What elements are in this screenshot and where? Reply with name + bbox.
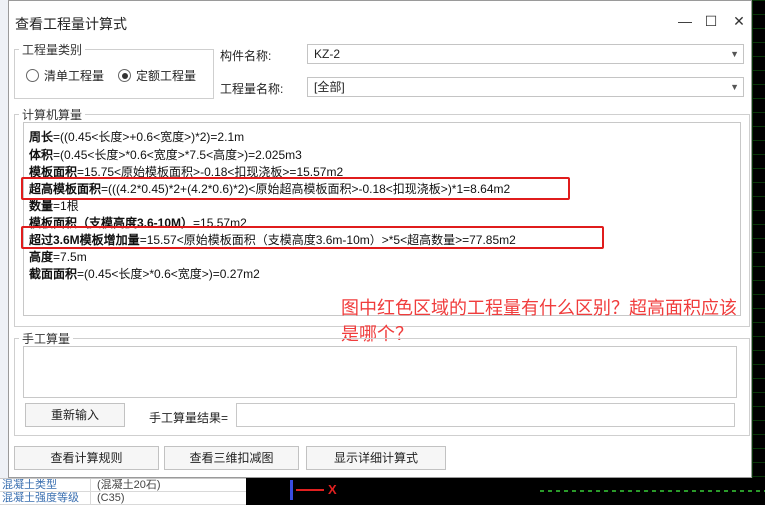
radio-label: 清单工程量	[44, 69, 105, 83]
chevron-down-icon: ▼	[730, 82, 739, 92]
component-select[interactable]: KZ-2 ▼	[307, 44, 744, 64]
table-row[interactable]: 混凝土强度等级 (C35)	[0, 492, 246, 505]
component-value: KZ-2	[314, 47, 341, 61]
radio-label: 定额工程量	[136, 69, 197, 83]
maximize-button[interactable]: ☐	[701, 11, 721, 31]
manual-calc-legend: 手工算量	[19, 330, 74, 347]
computer-calc-legend: 计算机算量	[19, 106, 86, 123]
property-name: 混凝土类型	[2, 479, 57, 491]
calc-line-perimeter: 周长=((0.45<长度>+0.6<宽度>)*2)=2.1m	[29, 130, 245, 144]
minimize-button[interactable]: —	[675, 11, 695, 31]
quantity-name-label: 工程量名称:	[220, 82, 284, 96]
property-table: 混凝土类型 (混凝土20石) 混凝土强度等级 (C35)	[0, 478, 246, 505]
calc-line-volume: 体积=(0.45<长度>*0.6<宽度>*7.5<高度>)=2.025m3	[29, 148, 302, 162]
table-row[interactable]: 混凝土类型 (混凝土20石)	[0, 479, 246, 492]
background-panel	[0, 0, 8, 503]
view-calc-rules-button[interactable]: 查看计算规则	[14, 446, 159, 470]
radio-circle-selected[interactable]	[118, 69, 131, 82]
property-value: (C35)	[90, 492, 246, 504]
calc-line-height: 高度=7.5m	[29, 250, 87, 264]
calc-formula-text[interactable]: 周长=((0.45<长度>+0.6<宽度>)*2)=2.1m 体积=(0.45<…	[23, 122, 741, 316]
title-bar[interactable]: 查看工程量计算式 — ☐ ✕	[9, 1, 751, 43]
show-detail-formula-button[interactable]: 显示详细计算式	[306, 446, 446, 470]
component-label: 构件名称:	[220, 49, 272, 63]
property-value: (混凝土20石)	[90, 479, 246, 491]
view-3d-deduction-button[interactable]: 查看三维扣减图	[164, 446, 299, 470]
manual-result-field[interactable]	[236, 403, 735, 427]
quantity-name-value: [全部]	[314, 80, 345, 94]
cad-viewport	[752, 0, 765, 503]
cad-y-axis	[290, 480, 293, 500]
calc-line-count: 数量=1根	[29, 199, 79, 213]
calc-line-section-area: 截面面积=(0.45<长度>*0.6<宽度>)=0.27m2	[29, 267, 260, 281]
manual-calc-input[interactable]	[23, 346, 737, 398]
cad-x-axis-label: X	[328, 482, 337, 497]
reenter-button[interactable]: 重新输入	[25, 403, 125, 427]
cad-axis-line	[540, 490, 765, 492]
cad-x-axis	[296, 489, 324, 491]
property-name: 混凝土强度等级	[2, 492, 79, 504]
dialog-title: 查看工程量计算式	[15, 16, 127, 32]
chevron-down-icon: ▼	[730, 49, 739, 59]
close-button[interactable]: ✕	[729, 11, 749, 31]
radio-list-quantity[interactable]: 清单工程量	[26, 67, 104, 84]
quantity-name-select[interactable]: [全部] ▼	[307, 77, 744, 97]
calc-formula-dialog: 查看工程量计算式 — ☐ ✕ 工程量类别 清单工程量 定额工程量 构件名称: K…	[8, 0, 752, 478]
highlight-box-over-3-6	[21, 226, 604, 249]
highlight-box-super-height	[21, 177, 570, 200]
quantity-type-legend: 工程量类别	[19, 41, 86, 58]
manual-result-label: 手工算量结果=	[149, 411, 229, 425]
radio-circle[interactable]	[26, 69, 39, 82]
radio-norm-quantity[interactable]: 定额工程量	[118, 67, 196, 84]
